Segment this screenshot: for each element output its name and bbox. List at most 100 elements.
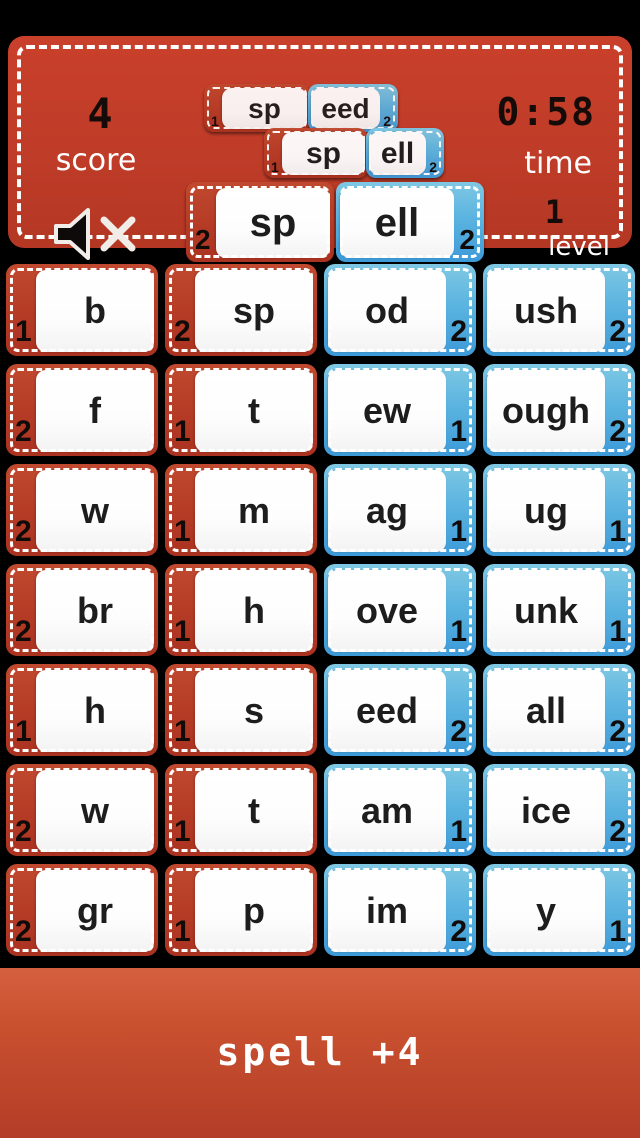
word-part-tile[interactable]: ell 2	[336, 182, 484, 262]
level-value: 1	[544, 193, 566, 231]
tile-face: ough	[487, 370, 605, 452]
tile-text: sp	[248, 92, 281, 124]
tile-text: im	[365, 890, 408, 931]
grid-tile[interactable]: unk 1	[483, 564, 635, 656]
grid-tile[interactable]: y1	[483, 864, 635, 956]
grid-tile[interactable]: h1	[6, 664, 158, 756]
tile-face: im	[328, 870, 446, 952]
tile-text: ug	[524, 490, 568, 531]
tile-text: ag	[365, 490, 408, 531]
word-part-tile[interactable]: ell 2	[366, 128, 444, 178]
grid-tile[interactable]: t1	[165, 764, 317, 856]
tile-face: t	[195, 370, 313, 452]
grid-tile[interactable]: ush 2	[483, 264, 635, 356]
tile-text: eed	[321, 92, 370, 124]
tile-badge: 2	[450, 715, 467, 748]
grid-tile[interactable]: b1	[6, 264, 158, 356]
word-part-tile[interactable]: sp 1	[204, 84, 310, 132]
grid-tile[interactable]: h1	[165, 564, 317, 656]
tile-text: ell	[380, 136, 415, 170]
tile-badge: 1	[174, 515, 191, 548]
letter-tile-grid: b 1 sp 2 od 2 ush 2 f 2 t 1 ew 1 ough 2 w 2 m 1 ag 1 ug 1 br 2 h 1 o…	[6, 264, 635, 956]
tile-badge: 2	[15, 815, 32, 848]
grid-tile[interactable]: m1	[165, 464, 317, 556]
tile-badge: 1	[271, 159, 279, 175]
tile-badge: 1	[211, 113, 219, 129]
tile-face: eed	[311, 88, 380, 129]
word-part-tile[interactable]: eed 2	[308, 84, 398, 132]
tile-text: m	[237, 490, 270, 531]
tile-badge: 2	[609, 815, 626, 848]
grid-tile[interactable]: br 2	[6, 564, 158, 656]
word-part-tile[interactable]: sp 2	[186, 182, 334, 262]
tile-badge: 1	[609, 515, 626, 548]
grid-tile[interactable]: w2	[6, 464, 158, 556]
tile-face: am	[328, 770, 446, 852]
tile-badge: 1	[174, 415, 191, 448]
tile-text: od	[365, 290, 409, 331]
game-header-panel: 4 score 0:58 time 1 level sp 1 eed 2 sp 1 ell…	[8, 36, 632, 262]
tile-face: eed	[328, 670, 446, 752]
tile-badge: 1	[609, 915, 626, 948]
tile-text: am	[360, 790, 414, 831]
tile-face: w	[36, 770, 154, 852]
tile-face: ell	[369, 132, 426, 175]
tile-text: sp	[249, 201, 297, 245]
bottom-banner: spell +4	[0, 968, 640, 1138]
tile-text: w	[80, 790, 109, 831]
grid-tile[interactable]: ug 1	[483, 464, 635, 556]
tile-face: h	[195, 570, 313, 652]
tile-text: y	[535, 890, 557, 931]
tile-text: b	[84, 290, 106, 331]
grid-tile[interactable]: f2	[6, 364, 158, 456]
grid-tile[interactable]: ag 1	[324, 464, 476, 556]
tile-face: s	[195, 670, 313, 752]
tile-text: s	[243, 690, 265, 731]
tile-face: ew	[328, 370, 446, 452]
tile-text: ush	[513, 290, 578, 331]
word-tile-row-current: sp 2 ell 2	[186, 182, 484, 262]
grid-tile[interactable]: p1	[165, 864, 317, 956]
tile-face: sp	[282, 132, 365, 175]
grid-tile[interactable]: all 2	[483, 664, 635, 756]
tile-badge: 2	[15, 515, 32, 548]
tile-text: ough	[502, 390, 590, 431]
grid-tile[interactable]: w2	[6, 764, 158, 856]
tile-text: ove	[355, 590, 419, 631]
grid-tile[interactable]: ice 2	[483, 764, 635, 856]
tile-badge: 2	[609, 415, 626, 448]
grid-tile[interactable]: eed 2	[324, 664, 476, 756]
grid-tile[interactable]: gr 2	[6, 864, 158, 956]
tile-face: sp	[195, 270, 313, 352]
time-label: time	[524, 146, 592, 181]
grid-tile[interactable]: ough 2	[483, 364, 635, 456]
tile-badge: 2	[15, 415, 32, 448]
tile-face: unk	[487, 570, 605, 652]
tile-face: ug	[487, 470, 605, 552]
grid-tile[interactable]: im 2	[324, 864, 476, 956]
tile-badge: 2	[609, 715, 626, 748]
tile-face: sp	[222, 88, 307, 129]
banner-message: spell +4	[216, 1030, 424, 1074]
grid-tile[interactable]: s1	[165, 664, 317, 756]
tile-badge: 1	[174, 715, 191, 748]
grid-tile[interactable]: t1	[165, 364, 317, 456]
tile-face: m	[195, 470, 313, 552]
grid-tile[interactable]: ew 1	[324, 364, 476, 456]
word-part-tile[interactable]: sp 1	[264, 128, 368, 178]
tile-badge: 1	[450, 615, 467, 648]
grid-tile[interactable]: od 2	[324, 264, 476, 356]
tile-badge: 2	[450, 315, 467, 348]
grid-tile[interactable]: ove 1	[324, 564, 476, 656]
word-tile-row-spell-previous: sp 1 ell 2	[264, 128, 444, 178]
tile-badge: 2	[15, 915, 32, 948]
tile-face: ove	[328, 570, 446, 652]
word-tile-row-speed: sp 1 eed 2	[204, 84, 398, 132]
tile-text: h	[84, 690, 106, 731]
tile-text: sp	[232, 290, 275, 331]
grid-tile[interactable]: am 1	[324, 764, 476, 856]
speaker-mute-icon[interactable]	[50, 206, 146, 262]
grid-tile[interactable]: sp 2	[165, 264, 317, 356]
score-label: score	[55, 143, 137, 178]
tile-badge: 2	[450, 915, 467, 948]
